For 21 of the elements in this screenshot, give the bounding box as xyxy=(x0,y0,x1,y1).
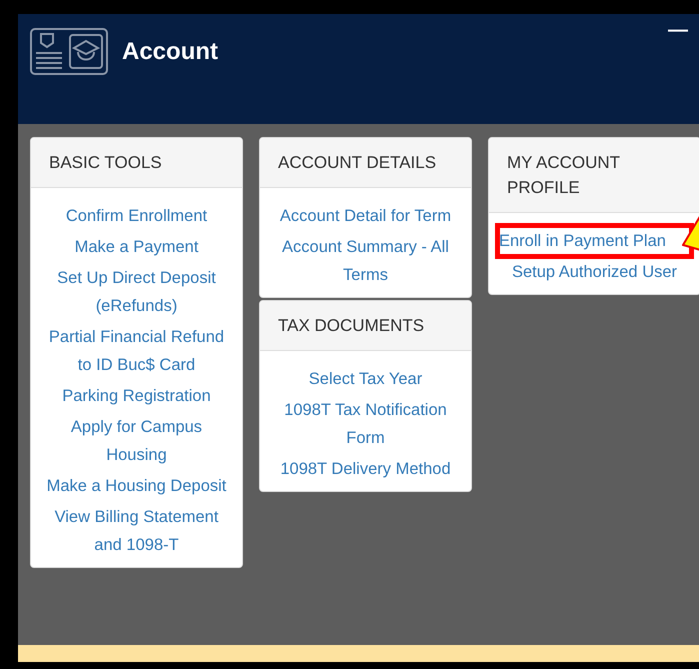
page-title: Account xyxy=(122,38,218,67)
card-heading: TAX DOCUMENTS xyxy=(260,301,471,351)
menu-link[interactable]: Parking Registration xyxy=(41,382,232,410)
menu-link[interactable]: 1098T Tax Notification Form xyxy=(270,396,461,452)
menu-link[interactable]: Setup Authorized User xyxy=(499,258,690,286)
student-id-card-icon xyxy=(30,28,108,75)
menu-link[interactable]: Confirm Enrollment xyxy=(41,202,232,230)
card-heading: ACCOUNT DETAILS xyxy=(260,138,471,188)
menu-link[interactable]: 1098T Delivery Method xyxy=(270,455,461,483)
menu-link[interactable]: Make a Housing Deposit xyxy=(41,472,232,500)
menu-link[interactable]: Account Detail for Term xyxy=(270,202,461,230)
minimize-button[interactable]: — xyxy=(666,20,690,40)
menu-link[interactable]: Make a Payment xyxy=(41,233,232,261)
menu-link[interactable]: Partial Financial Refund to ID Buc$ Card xyxy=(41,323,232,379)
menu-link[interactable]: Select Tax Year xyxy=(270,365,461,393)
card-heading: BASIC TOOLS xyxy=(31,138,242,188)
menu-link[interactable]: Set Up Direct Deposit (eRefunds) xyxy=(41,264,232,320)
menu-link[interactable]: Account Summary - All Terms xyxy=(270,233,461,289)
menu-link[interactable]: Apply for Campus Housing xyxy=(41,413,232,469)
menu-link[interactable]: View Billing Statement and 1098-T xyxy=(41,503,232,559)
card-heading: MY ACCOUNT PROFILE xyxy=(489,138,699,213)
